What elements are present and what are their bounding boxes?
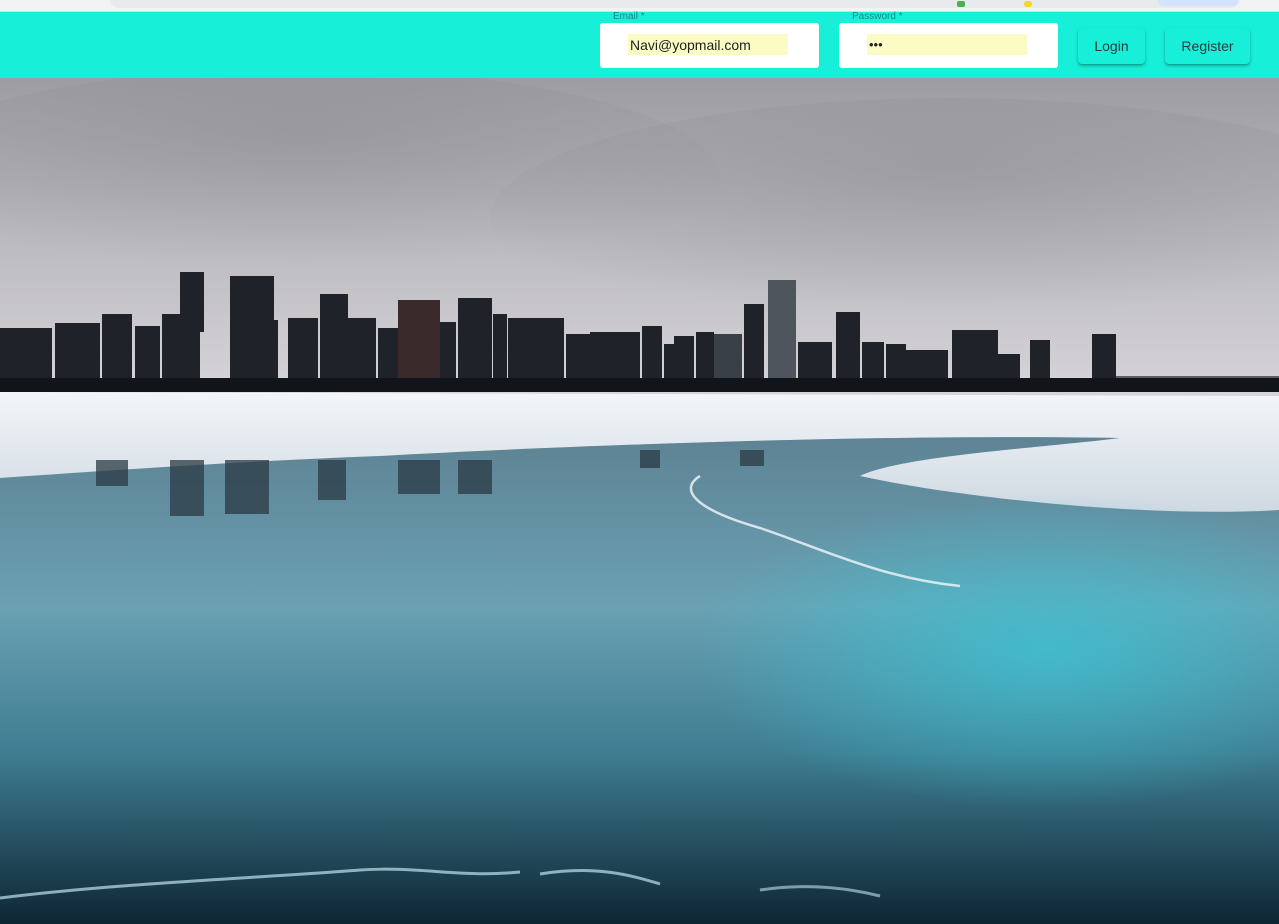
address-bar[interactable]: [110, 0, 1240, 8]
email-field-container: Email *: [600, 11, 819, 68]
password-field[interactable]: [867, 34, 1027, 55]
login-button[interactable]: Login: [1078, 28, 1145, 64]
extension-icon[interactable]: [1024, 1, 1032, 7]
top-login-bar: Email * Password * Login Register: [0, 11, 1279, 78]
hero-background-image: [0, 78, 1279, 924]
skyline-lake-illustration: [0, 78, 1279, 924]
extension-icon[interactable]: [957, 1, 965, 7]
register-button[interactable]: Register: [1165, 28, 1250, 64]
profile-button[interactable]: [1158, 0, 1238, 6]
password-field-label: Password *: [852, 11, 903, 22]
email-field-label: Email *: [613, 11, 645, 22]
password-field-container: Password *: [839, 11, 1058, 68]
email-field[interactable]: [628, 34, 788, 55]
